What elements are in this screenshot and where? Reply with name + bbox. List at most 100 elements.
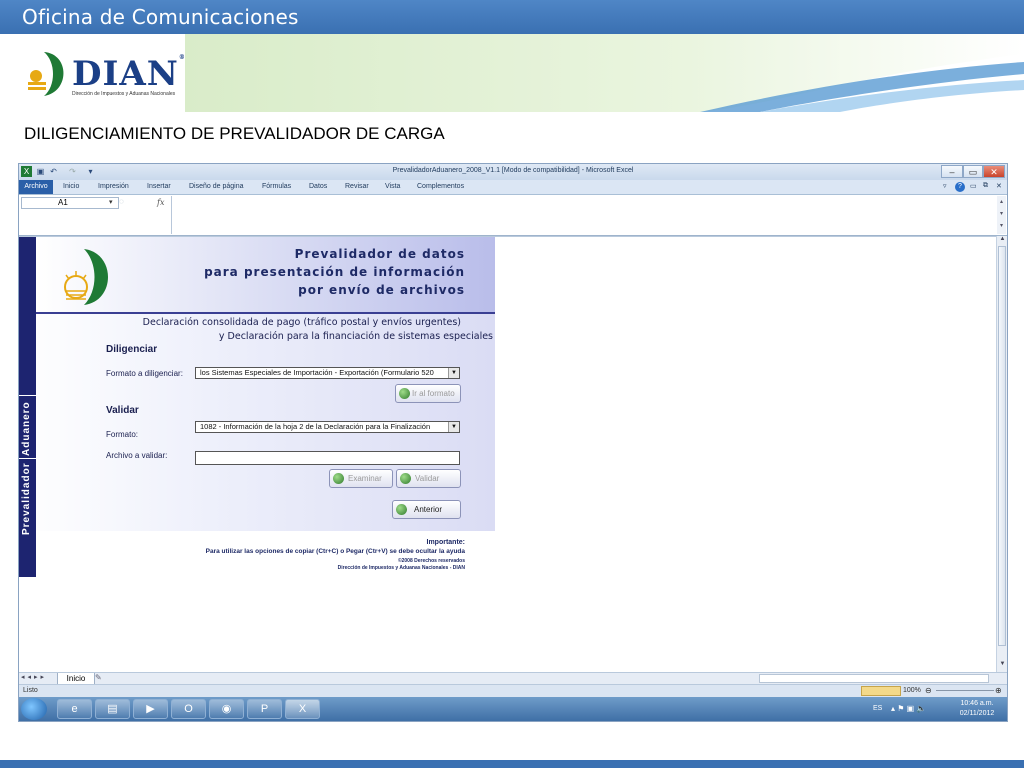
zoom-slider[interactable] bbox=[936, 690, 994, 691]
menu-revisar[interactable]: Revisar bbox=[345, 183, 369, 190]
powerpoint-icon[interactable]: P bbox=[247, 699, 282, 719]
insert-function-icon[interactable]: fx bbox=[157, 197, 164, 209]
sidebar-aduanero-label: Aduanero bbox=[21, 401, 32, 456]
language-indicator[interactable]: ES bbox=[873, 705, 882, 712]
validar-button[interactable]: Validar bbox=[396, 469, 461, 488]
footer-important: Importante: bbox=[426, 539, 466, 546]
header-line-2: para presentación de información bbox=[204, 265, 465, 279]
excel-titlebar: X ▣ ↶ ↷ ▾ PrevalidadorAduanero_2008_V1.1… bbox=[19, 164, 1007, 180]
name-box-dropdown-icon[interactable]: ▾ bbox=[109, 198, 113, 206]
excel-taskbar-icon[interactable]: X bbox=[285, 699, 320, 719]
formato-diligenciar-select[interactable]: los Sistemas Especiales de Importación -… bbox=[195, 367, 460, 379]
workbook-close-icon[interactable]: ✕ bbox=[996, 182, 1002, 190]
examinar-button[interactable]: Examinar bbox=[329, 469, 393, 488]
clock-time[interactable]: 10:46 a.m. bbox=[957, 700, 997, 707]
form-header: Prevalidador de datos para presentación … bbox=[36, 237, 495, 314]
zoom-in-icon[interactable]: ⊕ bbox=[995, 686, 1002, 695]
minimize-button[interactable]: – bbox=[941, 165, 963, 178]
sidebar-aduanero-tab[interactable]: Aduanero bbox=[19, 395, 37, 459]
close-button[interactable]: ✕ bbox=[983, 165, 1005, 178]
new-sheet-icon[interactable]: ✎ bbox=[95, 673, 102, 682]
fx-area: ◌ fx bbox=[119, 197, 171, 209]
ribbon-collapse-icon[interactable]: ▿ bbox=[943, 182, 947, 190]
menu-vista[interactable]: Vista bbox=[385, 183, 400, 190]
zoom-level: 100% bbox=[903, 687, 921, 694]
dian-logo-subtitle: Dirección de Impuestos y Aduanas Naciona… bbox=[72, 91, 176, 97]
internet-explorer-icon[interactable]: e bbox=[57, 699, 92, 719]
outlook-icon[interactable]: O bbox=[171, 699, 206, 719]
form-subtitle-2: y Declaración para la financiación de si… bbox=[218, 331, 493, 342]
status-ready: Listo bbox=[23, 687, 38, 694]
validar-title: Validar bbox=[106, 405, 139, 416]
formula-input[interactable] bbox=[171, 196, 998, 234]
menu-insertar[interactable]: Insertar bbox=[147, 183, 171, 190]
ir-al-formato-label: Ir al formato bbox=[412, 389, 455, 398]
menu-inicio[interactable]: Inicio bbox=[63, 183, 79, 190]
sidebar-prevalidador-label: Prevalidador bbox=[21, 462, 32, 535]
validar-label: Validar bbox=[415, 474, 440, 483]
window-title: PrevalidadorAduanero_2008_V1.1 [Modo de … bbox=[392, 167, 634, 174]
form-footer: Importante: Para utilizar las opciones d… bbox=[36, 531, 495, 577]
tray-icons[interactable]: ▴ ⚑ ▣ 🔈 bbox=[891, 704, 926, 713]
scroll-thumb[interactable] bbox=[998, 246, 1006, 646]
vertical-scrollbar[interactable]: ▲ ▼ bbox=[996, 236, 1007, 672]
slide-heading: DILIGENCIAMIENTO DE PREVALIDADOR DE CARG… bbox=[24, 124, 445, 143]
header-line-3: por envío de archivos bbox=[298, 283, 465, 297]
formato-select[interactable]: 1082 - Información de la hoja 2 de la De… bbox=[195, 421, 460, 433]
examinar-label: Examinar bbox=[348, 474, 382, 483]
zoom-out-icon[interactable]: ⊖ bbox=[925, 686, 932, 695]
help-icon[interactable]: ? bbox=[955, 182, 965, 192]
formato-diligenciar-label: Formato a diligenciar: bbox=[106, 369, 183, 378]
formato-value: 1082 - Información de la hoja 2 de la De… bbox=[200, 422, 431, 431]
workbook-minimize-icon[interactable]: ▭ bbox=[970, 182, 977, 190]
dian-emblem-icon bbox=[64, 249, 108, 305]
menu-diseno-pagina[interactable]: Diseño de página bbox=[189, 183, 244, 190]
slide-top-title: Oficina de Comunicaciones bbox=[22, 5, 299, 29]
formula-bar-scroll[interactable]: ▴ ▾ ▾ bbox=[997, 196, 1006, 234]
chevron-down-icon[interactable]: ▼ bbox=[448, 422, 459, 432]
formato-diligenciar-value: los Sistemas Especiales de Importación -… bbox=[200, 368, 434, 377]
ribbon-tabs: Archivo Inicio Impresión Insertar Diseño… bbox=[19, 180, 1007, 195]
menu-formulas[interactable]: Fórmulas bbox=[262, 183, 291, 190]
excel-window: X ▣ ↶ ↷ ▾ PrevalidadorAduanero_2008_V1.1… bbox=[18, 163, 1008, 722]
file-explorer-icon[interactable]: ▤ bbox=[95, 699, 130, 719]
scroll-up-icon[interactable]: ▲ bbox=[998, 236, 1007, 242]
footer-copyright: ©2008 Derechos reservados bbox=[397, 558, 465, 564]
dian-logo-leaf bbox=[44, 52, 64, 96]
view-buttons[interactable] bbox=[861, 686, 901, 696]
prevalidador-form: Prevalidador Aduanero Prevalidador de da… bbox=[19, 237, 495, 577]
media-player-icon[interactable]: ▶ bbox=[133, 699, 168, 719]
menu-archivo[interactable]: Archivo bbox=[19, 180, 53, 194]
menu-impresion[interactable]: Impresión bbox=[98, 183, 129, 190]
archivo-input[interactable] bbox=[195, 451, 460, 465]
ir-al-formato-button[interactable]: Ir al formato bbox=[395, 384, 461, 403]
status-bar: Listo 100% ⊖ ⊕ bbox=[19, 684, 1007, 698]
start-button[interactable] bbox=[21, 698, 47, 720]
scroll-down-icon[interactable]: ▼ bbox=[998, 661, 1007, 667]
formula-bar: A1 ▾ ◌ fx ▴ ▾ ▾ bbox=[19, 195, 1007, 236]
footer-org: Dirección de Impuestos y Aduanas Naciona… bbox=[337, 565, 465, 571]
anterior-button[interactable]: Anterior bbox=[392, 500, 461, 519]
cancel-entry-icon[interactable]: ◌ bbox=[119, 196, 124, 208]
sheet-area[interactable]: Prevalidador Aduanero Prevalidador de da… bbox=[19, 236, 996, 673]
browse-icon bbox=[333, 473, 344, 484]
footer-note: Para utilizar las opciones de copiar (Ct… bbox=[205, 548, 465, 555]
workbook-restore-icon[interactable]: ⧉ bbox=[983, 182, 988, 190]
windows-taskbar: e ▤ ▶ O ◉ P X ES ▴ ⚑ ▣ 🔈 10:46 a.m. 02/1… bbox=[19, 697, 1007, 721]
back-icon bbox=[396, 504, 407, 515]
firefox-icon[interactable]: ◉ bbox=[209, 699, 244, 719]
horizontal-scrollbar[interactable] bbox=[759, 674, 989, 683]
name-box[interactable]: A1 bbox=[21, 197, 119, 209]
dian-logo-text: DIAN® bbox=[72, 54, 186, 94]
diligenciar-title: Diligenciar bbox=[106, 344, 158, 355]
anterior-label: Anterior bbox=[414, 505, 443, 514]
clock-date[interactable]: 02/11/2012 bbox=[955, 710, 999, 717]
maximize-button[interactable]: ▭ bbox=[963, 165, 983, 178]
formato-label: Formato: bbox=[106, 430, 139, 439]
menu-datos[interactable]: Datos bbox=[309, 183, 327, 190]
archivo-label: Archivo a validar: bbox=[106, 451, 168, 460]
sheet-nav-arrows[interactable]: ◂◂▸▸ bbox=[21, 673, 47, 681]
chevron-down-icon[interactable]: ▼ bbox=[448, 368, 459, 378]
menu-complementos[interactable]: Complementos bbox=[417, 183, 464, 190]
validate-icon bbox=[400, 473, 411, 484]
